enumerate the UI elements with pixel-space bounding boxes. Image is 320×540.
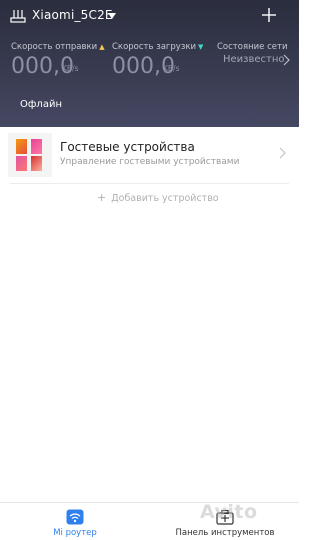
upload-speed-label: Скорость отправки ▲	[11, 42, 105, 52]
router-icon	[10, 10, 26, 23]
avito-watermark: Avito	[200, 501, 258, 523]
guest-devices-title: Гостевые устройства	[60, 140, 195, 154]
plus-icon[interactable]	[262, 8, 276, 22]
connection-status: Офлайн	[20, 99, 62, 110]
tab-mi-router[interactable]: Mi роутер	[0, 503, 150, 540]
wifi-icon	[66, 509, 84, 525]
divider	[10, 183, 289, 184]
chevron-right-icon	[279, 147, 286, 159]
download-speed-label: Скорость загрузки ▼	[112, 42, 204, 52]
upload-arrow-icon: ▲	[99, 43, 105, 51]
tab-mi-router-label: Mi роутер	[53, 528, 97, 538]
router-name[interactable]: Xiaomi_5C2E	[32, 8, 113, 22]
tab-toolbox-label: Панель инструментов	[175, 528, 275, 538]
guest-devices-subtitle: Управление гостевыми устройствами	[60, 157, 240, 167]
caret-down-icon[interactable]	[108, 13, 116, 19]
router-header: Xiaomi_5C2E Скорость отправки ▲ 000,0 KB/…	[0, 0, 299, 127]
add-device-button[interactable]: + Добавить устройство	[97, 191, 219, 204]
add-device-label: Добавить устройство	[111, 193, 219, 204]
download-speed-stat: Скорость загрузки ▼ 000,0 KB/s	[112, 42, 204, 79]
network-status-label: Состояние сети	[217, 42, 288, 52]
download-speed-unit: KB/s	[163, 64, 180, 73]
guest-devices-icon	[8, 133, 52, 177]
plus-icon: +	[97, 191, 107, 204]
upload-speed-unit: KB/s	[62, 64, 79, 73]
guest-devices-card[interactable]: Гостевые устройства Управление гостевыми…	[0, 127, 299, 182]
download-arrow-icon: ▼	[198, 43, 204, 51]
network-status-stat[interactable]: Состояние сети Неизвестно	[217, 42, 288, 65]
upload-speed-stat: Скорость отправки ▲ 000,0 KB/s	[11, 42, 105, 79]
top-bar: Xiaomi_5C2E	[0, 0, 299, 34]
network-status-value: Неизвестно	[223, 54, 285, 65]
chevron-right-icon[interactable]	[283, 54, 291, 66]
